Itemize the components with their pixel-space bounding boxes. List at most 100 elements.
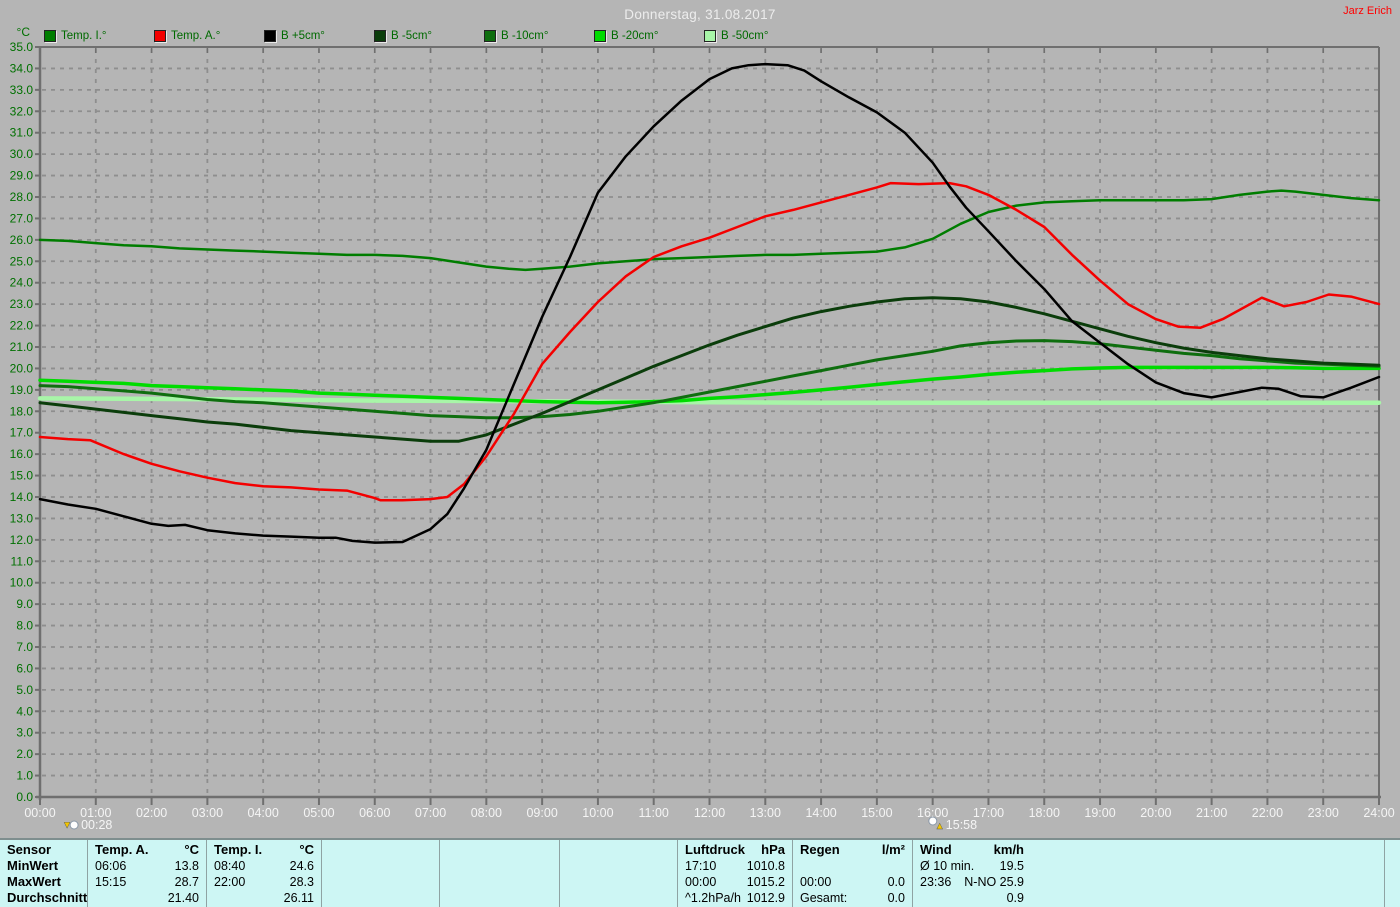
legend-label: B -20cm° [611, 30, 658, 42]
stats-col-empty2 [440, 840, 560, 907]
x-tick-label: 04:00 [248, 806, 279, 820]
y-tick-label: 23.0 [10, 297, 34, 311]
x-tick-label: 13:00 [750, 806, 781, 820]
stats-cell-row: ^1.2hPa/h 1012.9 [678, 890, 792, 906]
stats-cell-time: 06:06 [95, 858, 126, 874]
x-tick-label: 11:00 [639, 806, 669, 820]
y-tick-label: 1.0 [16, 769, 33, 783]
stats-col-empty1 [322, 840, 440, 907]
legend-label: B -5cm° [391, 30, 432, 42]
stats-cell-time: Gesamt: [800, 890, 847, 906]
stats-cell-row [560, 874, 677, 890]
legend-label: B -10cm° [501, 30, 548, 42]
y-tick-label: 13.0 [10, 511, 34, 525]
stats-cell-row [440, 890, 559, 906]
stats-cell-row [322, 874, 439, 890]
stats-cell-value: 1012.9 [747, 890, 785, 906]
stats-col-regen: Regenl/m²00:000.0Gesamt:0.0 [793, 840, 913, 907]
moonrise-time-label: 15:58 [946, 818, 977, 832]
stats-col-header: Temp. I.°C [207, 842, 321, 858]
y-tick-label: 26.0 [10, 233, 34, 247]
stats-filler [1385, 840, 1400, 907]
stats-table: SensorMinWertMaxWertDurchschnitt Temp. A.… [0, 838, 1400, 907]
x-tick-label: 20:00 [1140, 806, 1171, 820]
legend-label: Temp. I.° [61, 30, 107, 42]
legend-item-temp_i: Temp. I.° [44, 30, 154, 42]
x-tick-label: 03:00 [192, 806, 223, 820]
y-tick-label: 32.0 [10, 104, 34, 118]
legend-swatch-b_m5 [374, 30, 386, 42]
x-tick-label: 02:00 [136, 806, 167, 820]
stats-cell-row: 06:0613.8 [88, 858, 206, 874]
x-tick-label: 24:00 [1363, 806, 1394, 820]
x-tick-label: 12:00 [694, 806, 725, 820]
stats-col-header [322, 842, 439, 858]
y-tick-label: 31.0 [10, 126, 34, 140]
stats-cell-time: 00:00 [800, 874, 831, 890]
stats-cell-time: ^1.2hPa/h [685, 890, 741, 906]
x-tick-label: 00:00 [24, 806, 55, 820]
stats-cell-row [440, 858, 559, 874]
legend-swatch-b_m20 [594, 30, 606, 42]
legend-item-b_p5: B +5cm° [264, 30, 374, 42]
stats-cell-row: 15:1528.7 [88, 874, 206, 890]
legend-swatch-temp_i [44, 30, 56, 42]
stats-cell-row [793, 858, 912, 874]
y-tick-label: 7.0 [16, 640, 33, 654]
stats-header-unit: °C [299, 842, 314, 858]
user-name-label: Jarz Erich [1343, 5, 1392, 17]
legend-label: Temp. A.° [171, 30, 220, 42]
y-tick-label: 35.0 [10, 40, 34, 54]
stats-col-sensor: SensorMinWertMaxWertDurchschnitt [0, 840, 88, 907]
stats-col-header: LuftdruckhPa [678, 842, 792, 858]
y-tick-label: 6.0 [16, 661, 33, 675]
x-tick-label: 18:00 [1029, 806, 1060, 820]
moonrise-marker: ▲15:58 [929, 817, 977, 832]
stats-cell-value: 24.6 [290, 858, 314, 874]
moonset-time-label: 00:28 [81, 818, 112, 832]
y-tick-label: 17.0 [10, 426, 34, 440]
stats-col-header: Windkm/h [913, 842, 1031, 858]
y-tick-label: 34.0 [10, 61, 34, 75]
x-tick-label: 17:00 [973, 806, 1004, 820]
y-tick-label: 2.0 [16, 747, 33, 761]
page-title: Donnerstag, 31.08.2017 [0, 7, 1400, 22]
y-tick-label: 21.0 [10, 340, 34, 354]
y-tick-label: 5.0 [16, 683, 33, 697]
x-tick-label: 07:00 [415, 806, 446, 820]
stats-cell-row: Gesamt:0.0 [793, 890, 912, 906]
stats-header-label: Wind [920, 842, 952, 858]
stats-cell-row [440, 874, 559, 890]
x-tick-label: 22:00 [1252, 806, 1283, 820]
legend-swatch-temp_a [154, 30, 166, 42]
row-label: Sensor [0, 842, 87, 858]
x-tick-label: 21:00 [1196, 806, 1227, 820]
stats-col-luftdruck: LuftdruckhPa17:101010.800:001015.2^1.2hP… [678, 840, 793, 907]
stats-cell-row: 00:001015.2 [678, 874, 792, 890]
y-tick-label: 3.0 [16, 726, 33, 740]
y-tick-label: 10.0 [10, 576, 34, 590]
y-tick-label: 9.0 [16, 597, 33, 611]
stats-cell-time: 23:36 [920, 874, 951, 890]
x-tick-label: 19:00 [1084, 806, 1115, 820]
stats-header-label: Temp. A. [95, 842, 148, 858]
stats-cell-row [322, 858, 439, 874]
legend-item-b_m10: B -10cm° [484, 30, 594, 42]
stats-header-label: Regen [800, 842, 840, 858]
temperature-day-chart: 0.01.02.03.04.05.06.07.08.09.010.011.012… [0, 0, 1400, 838]
stats-col-wind: Windkm/hØ 10 min.19.523:36N-NO 25.90.9 [913, 840, 1385, 907]
y-tick-label: 30.0 [10, 147, 34, 161]
x-tick-label: 08:00 [471, 806, 502, 820]
y-tick-label: 14.0 [10, 490, 34, 504]
x-tick-label: 06:00 [359, 806, 390, 820]
y-tick-label: 20.0 [10, 361, 34, 375]
y-tick-label: 33.0 [10, 83, 34, 97]
stats-cell-time: Ø 10 min. [920, 858, 974, 874]
stats-cell-row: Ø 10 min.19.5 [913, 858, 1031, 874]
stats-col-temp_i: Temp. I.°C08:4024.622:0028.326.11 [207, 840, 322, 907]
stats-col-empty3 [560, 840, 678, 907]
row-label: MaxWert [0, 874, 87, 890]
legend-swatch-b_p5 [264, 30, 276, 42]
stats-cell-value: 0.0 [888, 874, 905, 890]
legend-item-temp_a: Temp. A.° [154, 30, 264, 42]
